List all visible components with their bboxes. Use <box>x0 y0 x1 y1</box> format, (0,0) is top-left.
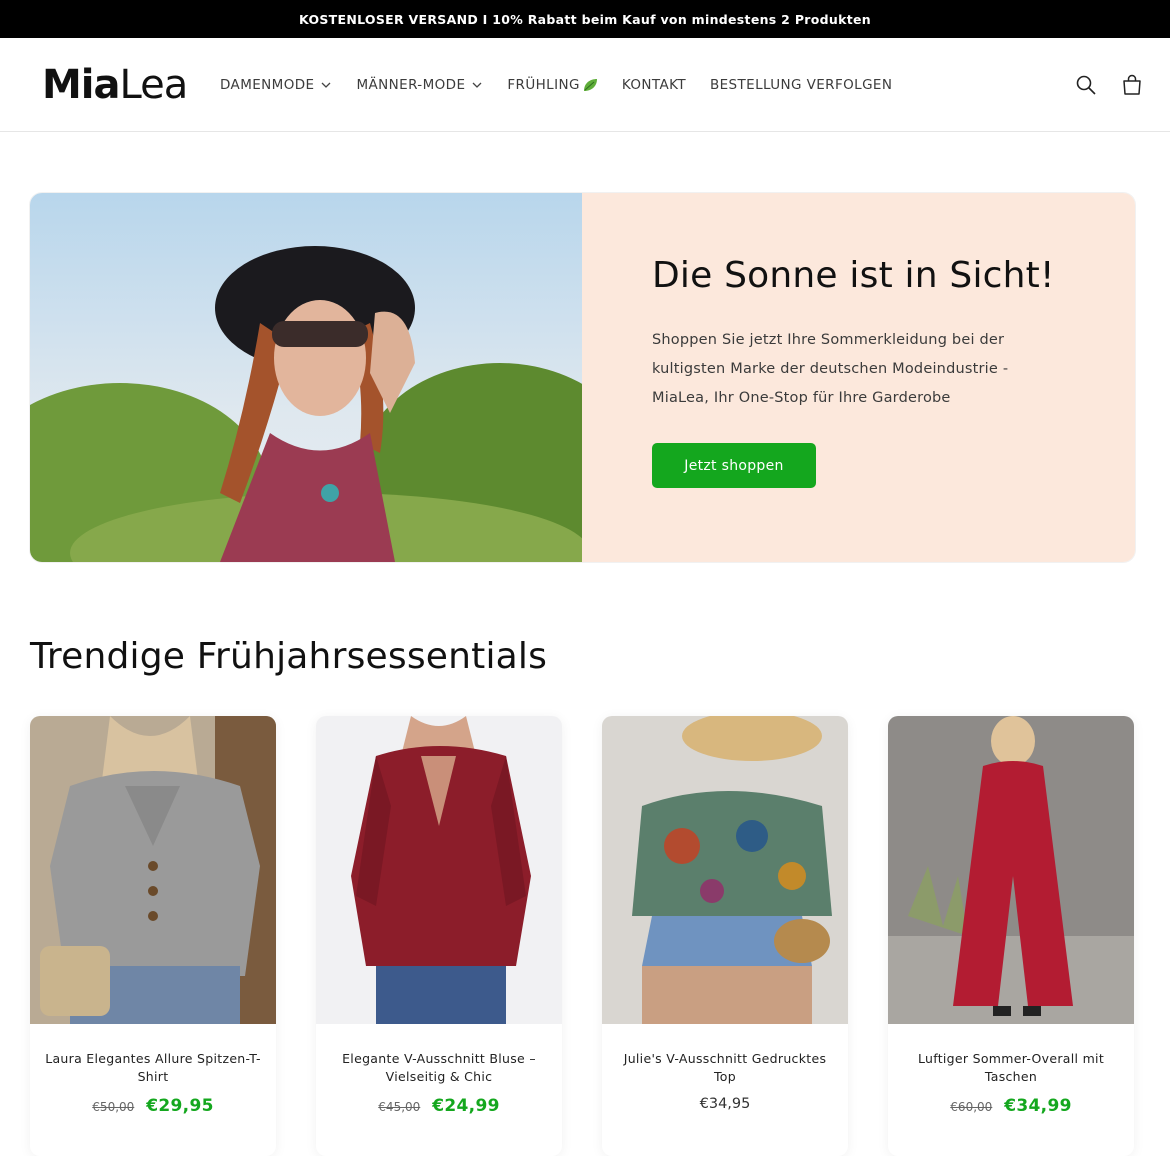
sale-price: €29,95 <box>146 1096 214 1116</box>
chevron-down-icon <box>472 82 482 88</box>
product-price: €60,00 €34,99 <box>888 1096 1134 1116</box>
nav-item-kontakt[interactable]: KONTAKT <box>622 77 686 93</box>
cart-icon[interactable] <box>1120 73 1144 97</box>
product-image[interactable] <box>888 716 1134 1024</box>
nav-item-label: MÄNNER-MODE <box>356 76 466 93</box>
product-title[interactable]: Luftiger Sommer-Overall mit Taschen <box>902 1050 1120 1086</box>
nav-item-bestellung-verfolgen[interactable]: BESTELLUNG VERFOLGEN <box>710 77 892 93</box>
original-price: €60,00 <box>950 1100 993 1114</box>
nav-item-label: KONTAKT <box>621 76 686 93</box>
product-title[interactable]: Laura Elegantes Allure Spitzen-T-Shirt <box>44 1050 262 1086</box>
sale-price: €34,99 <box>1004 1096 1072 1116</box>
nav-item-fruehling[interactable]: FRÜHLING <box>507 77 597 93</box>
logo[interactable]: MiaLea <box>42 62 189 108</box>
product-card[interactable]: Julie's V-Ausschnitt Gedrucktes Top €34,… <box>602 716 848 1156</box>
hero-title: Die Sonne ist in Sicht! <box>652 255 1055 296</box>
nav-item-damenmode[interactable]: DAMENMODE <box>220 77 332 93</box>
nav-item-maenner-mode[interactable]: MÄNNER-MODE <box>356 77 483 93</box>
product-title[interactable]: Elegante V-Ausschnitt Bluse – Vielseitig… <box>330 1050 548 1086</box>
nav-item-label: DAMENMODE <box>220 76 315 93</box>
leaf-icon <box>583 78 597 91</box>
hero-image <box>30 193 582 562</box>
price: €34,95 <box>699 1096 751 1112</box>
product-title[interactable]: Julie's V-Ausschnitt Gedrucktes Top <box>616 1050 834 1086</box>
main-nav: DAMENMODE MÄNNER-MODE FRÜHLING KONTAKT B… <box>220 38 892 131</box>
product-card[interactable]: Laura Elegantes Allure Spitzen-T-Shirt €… <box>30 716 276 1156</box>
product-image[interactable] <box>316 716 562 1024</box>
section-title: Trendige Frühjahrsessentials <box>30 636 548 677</box>
product-grid: Laura Elegantes Allure Spitzen-T-Shirt €… <box>30 716 1135 1156</box>
header-icons <box>1074 38 1144 131</box>
logo-light: Lea <box>119 62 189 108</box>
site-header: MiaLea DAMENMODE MÄNNER-MODE FRÜHLING KO… <box>0 38 1170 132</box>
product-price: €45,00 €24,99 <box>316 1096 562 1116</box>
announcement-bar: KOSTENLOSER VERSAND I 10% Rabatt beim Ka… <box>0 0 1170 38</box>
original-price: €45,00 <box>378 1100 421 1114</box>
product-price: €50,00 €29,95 <box>30 1096 276 1116</box>
product-image[interactable] <box>30 716 276 1024</box>
logo-bold: Mia <box>42 62 121 108</box>
announcement-text: KOSTENLOSER VERSAND I 10% Rabatt beim Ka… <box>299 11 871 27</box>
product-price: €34,95 <box>602 1096 848 1112</box>
shop-now-button[interactable]: Jetzt shoppen <box>652 443 816 488</box>
search-icon[interactable] <box>1074 73 1098 97</box>
hero-text-panel: Die Sonne ist in Sicht! Shoppen Sie jetz… <box>582 193 1135 562</box>
hero-description: Shoppen Sie jetzt Ihre Sommerkleidung be… <box>652 332 1009 406</box>
chevron-down-icon <box>322 82 331 88</box>
product-card[interactable]: Luftiger Sommer-Overall mit Taschen €60,… <box>888 716 1134 1156</box>
nav-item-label: FRÜHLING <box>507 76 580 93</box>
hero-banner: Die Sonne ist in Sicht! Shoppen Sie jetz… <box>30 193 1135 562</box>
product-card[interactable]: Elegante V-Ausschnitt Bluse – Vielseitig… <box>316 716 562 1156</box>
sale-price: €24,99 <box>432 1096 500 1116</box>
product-image[interactable] <box>602 716 848 1024</box>
nav-item-label: BESTELLUNG VERFOLGEN <box>709 76 893 93</box>
original-price: €50,00 <box>92 1100 135 1114</box>
